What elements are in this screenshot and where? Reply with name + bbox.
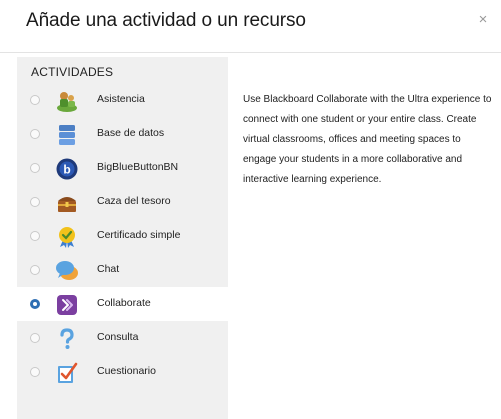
- option-collaborate[interactable]: Collaborate: [17, 287, 228, 321]
- question-icon: [60, 328, 74, 349]
- svg-text:b: b: [63, 163, 70, 177]
- activity-list: Asistencia Base de datos b BigBlueButton…: [17, 83, 228, 389]
- radio-button[interactable]: [30, 367, 40, 377]
- option-base-de-datos[interactable]: Base de datos: [17, 117, 228, 151]
- attendance-icon: [57, 92, 77, 112]
- option-asistencia[interactable]: Asistencia: [17, 83, 228, 117]
- quiz-icon: [58, 362, 78, 383]
- chat-icon: [56, 261, 78, 280]
- option-label: Chat: [97, 263, 120, 275]
- activity-options-panel: ACTIVIDADES Asistencia Base de datos b B…: [17, 57, 228, 419]
- treasure-chest-icon: [58, 197, 76, 212]
- option-consulta[interactable]: Consulta: [17, 321, 228, 355]
- bigbluebutton-icon: b: [56, 158, 78, 180]
- option-label: Base de datos: [97, 127, 165, 139]
- radio-button[interactable]: [30, 163, 40, 173]
- radio-button[interactable]: [30, 129, 40, 139]
- option-label: Asistencia: [97, 93, 145, 105]
- radio-button[interactable]: [30, 333, 40, 343]
- section-header-activities: ACTIVIDADES: [31, 65, 114, 79]
- radio-button[interactable]: [30, 231, 40, 241]
- dialog-header: Añade una actividad o un recurso ×: [0, 0, 501, 53]
- radio-button[interactable]: [30, 197, 40, 207]
- option-label: Certificado simple: [97, 229, 181, 241]
- activity-description: Use Blackboard Collaborate with the Ultr…: [243, 94, 492, 185]
- radio-button-checked[interactable]: [30, 299, 40, 309]
- option-caza-del-tesoro[interactable]: Caza del tesoro: [17, 185, 228, 219]
- option-chat[interactable]: Chat: [17, 253, 228, 287]
- option-certificado-simple[interactable]: Certificado simple: [17, 219, 228, 253]
- radio-button[interactable]: [30, 95, 40, 105]
- option-label: Consulta: [97, 331, 139, 343]
- option-label: Caza del tesoro: [97, 195, 171, 207]
- option-label: Collaborate: [97, 297, 151, 309]
- option-label: BigBlueButtonBN: [97, 161, 179, 173]
- collaborate-icon: [57, 295, 77, 315]
- option-bigbluebuttonbn[interactable]: b BigBlueButtonBN: [17, 151, 228, 185]
- option-label: Cuestionario: [97, 365, 156, 377]
- dialog-title: Añade una actividad o un recurso: [26, 10, 306, 31]
- radio-button[interactable]: [30, 265, 40, 275]
- certificate-icon: [59, 227, 75, 248]
- option-cuestionario[interactable]: Cuestionario: [17, 355, 228, 389]
- close-icon[interactable]: ×: [475, 12, 491, 28]
- database-icon: [59, 125, 75, 145]
